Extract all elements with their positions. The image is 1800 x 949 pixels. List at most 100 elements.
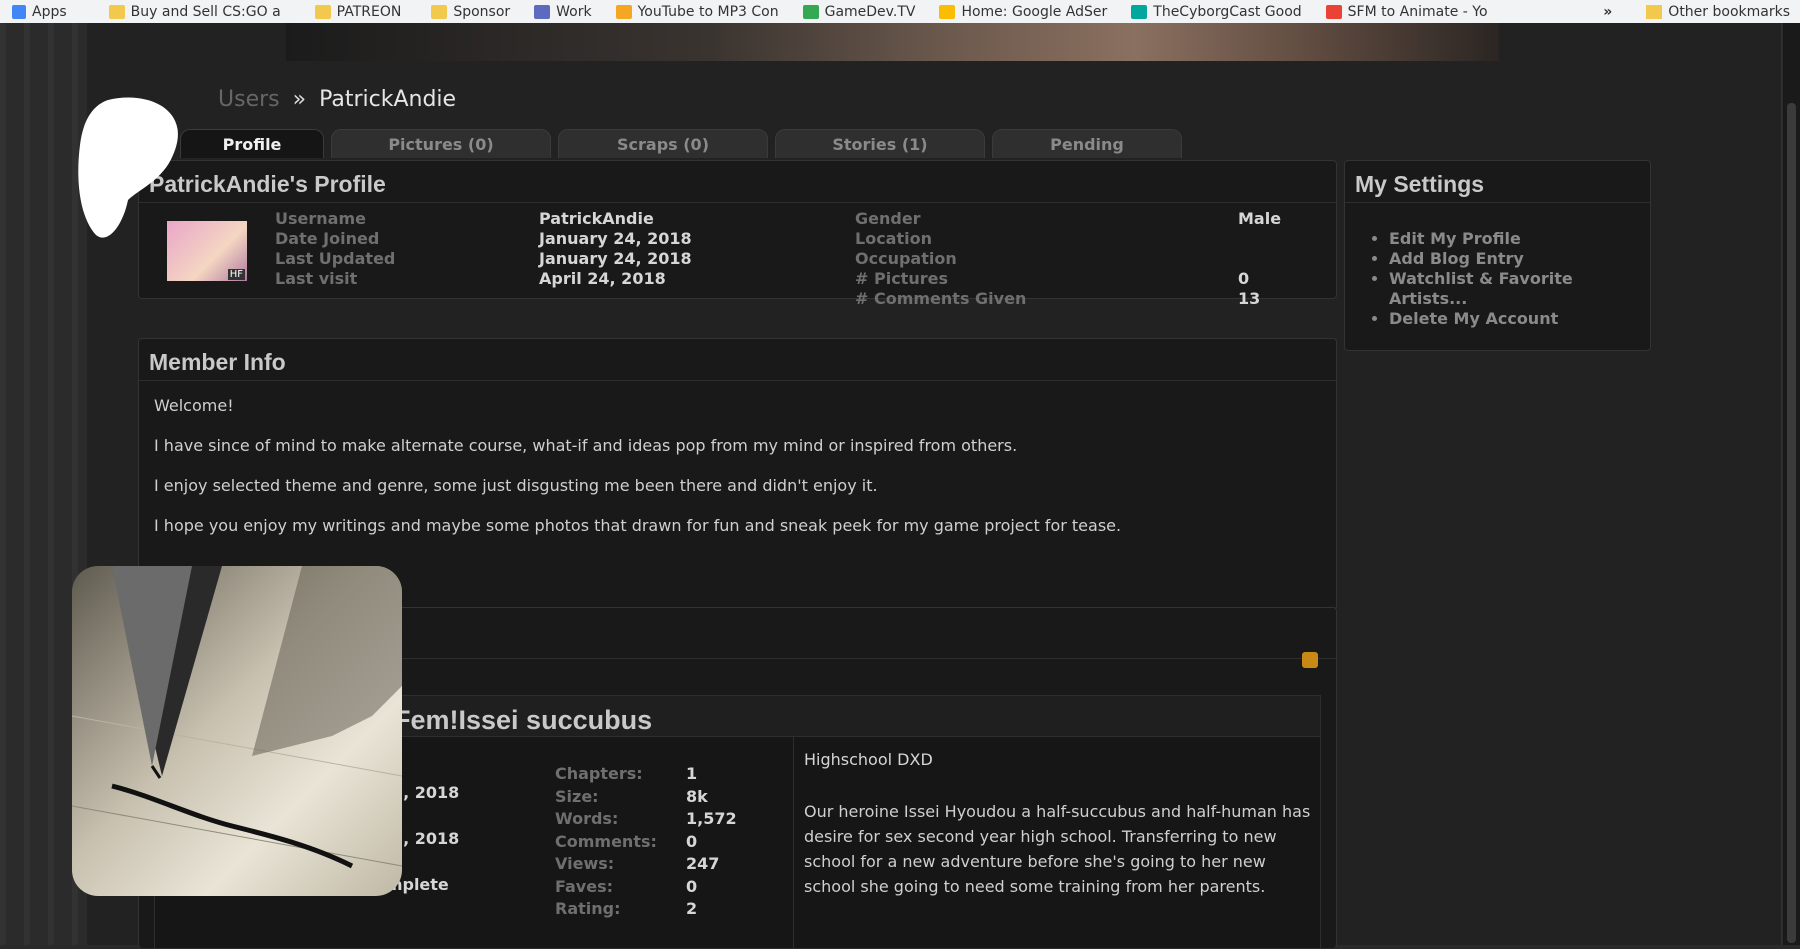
stat-words-label: Words:: [555, 809, 619, 828]
member-info-title: Member Info: [139, 339, 1336, 381]
bio-paragraph: I hope you enjoy my writings and maybe s…: [154, 516, 1122, 535]
settings-edit-profile[interactable]: Edit My Profile: [1389, 229, 1573, 249]
value-last-updated: January 24, 2018: [539, 249, 692, 268]
story-date: 3, 2018: [392, 783, 460, 802]
value-last-visit: April 24, 2018: [539, 269, 666, 288]
label-pictures: # Pictures: [855, 269, 948, 288]
youtube-icon: [1325, 4, 1342, 19]
folder-icon: [1646, 4, 1663, 19]
bookmark-item[interactable]: YouTube to MP3 Con: [615, 4, 779, 20]
value-gender: Male: [1238, 209, 1282, 228]
story-stats-labels: Chapters: Size: Words: Comments: Views: …: [555, 763, 657, 921]
breadcrumb-users[interactable]: Users: [218, 87, 280, 112]
profile-tabs: Profile Pictures (0) Scraps (0) Stories …: [180, 129, 1189, 158]
bio-paragraph: I enjoy selected theme and genre, some j…: [154, 476, 878, 495]
folder-icon: [314, 4, 331, 19]
folder-icon: [108, 4, 125, 19]
bookmark-item[interactable]: Home: Google AdSer: [939, 4, 1107, 20]
bookmark-apps[interactable]: Apps: [12, 4, 67, 20]
profile-left-values: PatrickAndie January 24, 2018 January 24…: [539, 209, 692, 289]
other-bookmarks[interactable]: Other bookmarks: [1668, 4, 1790, 20]
bookmark-item[interactable]: Buy and Sell CS:GO a: [108, 4, 281, 20]
settings-add-blog-entry[interactable]: Add Blog Entry: [1389, 249, 1573, 269]
settings-panel: My Settings Edit My Profile Add Blog Ent…: [1344, 160, 1651, 351]
value-date-joined: January 24, 2018: [539, 229, 692, 248]
breadcrumb-separator: »: [292, 87, 307, 112]
bookmark-item[interactable]: GameDev.TV: [802, 4, 915, 20]
adsense-icon: [939, 4, 956, 19]
more-bookmarks-button[interactable]: »: [1603, 4, 1612, 20]
logo-blob-overlay: [78, 97, 178, 238]
pen-photo-overlay: [72, 566, 402, 896]
label-location: Location: [855, 229, 932, 248]
stat-chapters-label: Chapters:: [555, 764, 643, 783]
label-date-joined: Date Joined: [275, 229, 380, 248]
bookmarks-right: » Other bookmarks: [1603, 0, 1790, 23]
stat-views-label: Views:: [555, 854, 615, 873]
story-category: Highschool DXD: [804, 750, 933, 769]
settings-list: Edit My Profile Add Blog Entry Watchlist…: [1389, 229, 1573, 329]
youtube-mp3-icon: [615, 4, 632, 19]
label-comments-given: # Comments Given: [855, 289, 1027, 308]
stat-rating-label: Rating:: [555, 899, 621, 918]
settings-watchlist-cont[interactable]: Artists...: [1389, 289, 1573, 309]
story-description: Our heroine Issei Hyoudou a half-succubu…: [804, 802, 1311, 896]
stat-comments-label: Comments:: [555, 831, 657, 851]
bookmark-item[interactable]: PATREON: [314, 4, 401, 20]
gamedev-icon: [802, 4, 819, 19]
bookmarks-bar: Apps Buy and Sell CS:GO a PATREON Sponso…: [0, 0, 1800, 24]
stat-size-value: 8k: [686, 786, 708, 806]
story-date: 3, 2018: [392, 829, 460, 848]
folder-icon: [431, 4, 448, 19]
pen-illustration: [72, 566, 402, 869]
bookmark-item[interactable]: Work: [534, 4, 592, 20]
value-pictures: 0: [1238, 269, 1250, 288]
label-last-visit: Last visit: [275, 269, 358, 288]
scrollbar-thumb[interactable]: [1787, 103, 1796, 943]
bio-paragraph: Welcome!: [154, 396, 234, 415]
bookmark-item[interactable]: Sponsor: [431, 4, 510, 20]
breadcrumb: Users » PatrickAndie: [218, 87, 456, 112]
tab-pending[interactable]: Pending: [992, 129, 1182, 158]
profile-right-values: Male 0 13: [1238, 209, 1281, 309]
label-occupation: Occupation: [855, 249, 957, 268]
tab-stories[interactable]: Stories (1): [775, 129, 985, 158]
value-username: PatrickAndie: [539, 209, 654, 228]
label-gender: Gender: [855, 209, 921, 228]
value-occupation: [1238, 249, 1281, 269]
stat-views-value: 247: [686, 854, 720, 873]
label-username: Username: [275, 209, 366, 228]
breadcrumb-current: PatrickAndie: [319, 87, 457, 112]
work-icon: [534, 4, 551, 19]
rss-feed-icon[interactable]: [1302, 652, 1318, 668]
tab-profile[interactable]: Profile: [180, 129, 324, 158]
profile-title: PatrickAndie's Profile: [139, 161, 1336, 203]
profile-right-labels: Gender Location Occupation # Pictures # …: [855, 209, 1026, 309]
stat-faves-label: Faves:: [555, 876, 613, 896]
settings-watchlist[interactable]: Watchlist & Favorite: [1389, 269, 1573, 289]
settings-delete-account[interactable]: Delete My Account: [1389, 309, 1573, 329]
header-banner: [286, 23, 1499, 61]
stat-size-label: Size:: [555, 786, 599, 806]
bookmark-item[interactable]: SFM to Animate - Yo: [1325, 4, 1488, 20]
story-title[interactable]: Fem!Issei succubus: [394, 705, 652, 736]
avatar[interactable]: HF: [167, 221, 247, 281]
stat-faves-value: 0: [686, 876, 698, 896]
tab-pictures[interactable]: Pictures (0): [331, 129, 551, 158]
value-location: [1238, 229, 1281, 249]
tab-scraps[interactable]: Scraps (0): [558, 129, 768, 158]
apps-grid-icon: [12, 4, 26, 19]
story-stats-values: 1 8k 1,572 0 247 0 2: [686, 763, 737, 921]
scrollbar[interactable]: [1783, 23, 1800, 945]
value-comments-given: 13: [1238, 289, 1261, 308]
stat-comments-value: 0: [686, 831, 698, 851]
check-icon: [1131, 4, 1148, 19]
avatar-badge: HF: [227, 269, 245, 280]
profile-left-labels: Username Date Joined Last Updated Last v…: [275, 209, 395, 289]
stat-chapters-value: 1: [686, 764, 698, 783]
bookmark-item[interactable]: TheCyborgCast Good: [1131, 4, 1302, 20]
profile-panel: PatrickAndie's Profile HF Username Date …: [138, 160, 1337, 308]
settings-title: My Settings: [1345, 161, 1650, 203]
bio-paragraph: I have since of mind to make alternate c…: [154, 436, 1018, 455]
stat-words-value: 1,572: [686, 809, 737, 828]
